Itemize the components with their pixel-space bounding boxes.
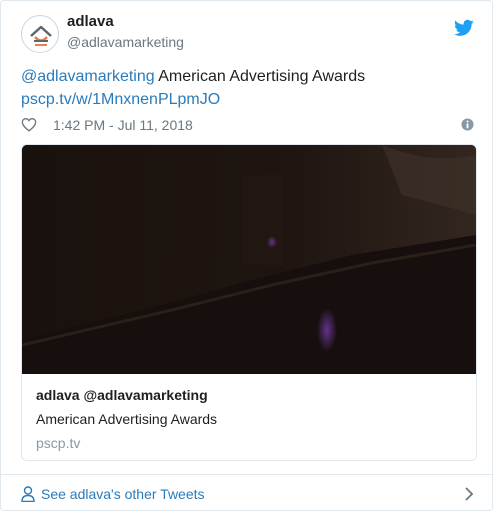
tweet-header: adlava @adlavamarketing xyxy=(21,9,476,55)
embedded-tweet: adlava @adlavamarketing @adlavamarketing… xyxy=(0,0,493,511)
adlava-logo-icon xyxy=(30,25,52,46)
heart-icon[interactable] xyxy=(21,117,37,132)
footer-see-more[interactable]: See adlava's other Tweets xyxy=(1,474,492,511)
tweet-meta: 1:42 PM - Jul 11, 2018 xyxy=(21,115,476,135)
card-author-name: adlava xyxy=(36,387,80,403)
card-title: adlava @adlavamarketing xyxy=(36,385,208,405)
chevron-right-icon[interactable] xyxy=(464,487,474,501)
card-media-image[interactable] xyxy=(22,145,476,374)
person-icon xyxy=(21,486,35,502)
card-body[interactable]: adlava @adlavamarketing American Adverti… xyxy=(22,374,476,460)
avatar[interactable] xyxy=(21,15,59,53)
link-card[interactable]: adlava @adlavamarketing American Adverti… xyxy=(21,144,477,461)
mention-link[interactable]: @adlavamarketing xyxy=(21,68,155,85)
tweet-url-link[interactable]: pscp.tv/w/1MnxnenPLpmJO xyxy=(21,91,220,108)
twitter-bird-icon[interactable] xyxy=(454,19,474,37)
tweet-text: @adlavamarketing American Advertising Aw… xyxy=(21,65,476,111)
author-names[interactable]: adlava @adlavamarketing xyxy=(67,12,184,52)
author-display-name[interactable]: adlava xyxy=(67,12,184,32)
tweet-timestamp[interactable]: 1:42 PM - Jul 11, 2018 xyxy=(53,116,193,134)
tweet-body-text: American Advertising Awards xyxy=(154,68,366,85)
author-handle[interactable]: @adlavamarketing xyxy=(67,32,184,52)
see-other-tweets-link[interactable]: See adlava's other Tweets xyxy=(41,485,205,503)
card-domain: pscp.tv xyxy=(36,435,81,451)
video-still xyxy=(22,145,476,374)
info-icon[interactable] xyxy=(461,118,474,131)
card-author-handle: @adlavamarketing xyxy=(83,387,208,403)
card-description: American Advertising Awards xyxy=(36,411,218,427)
